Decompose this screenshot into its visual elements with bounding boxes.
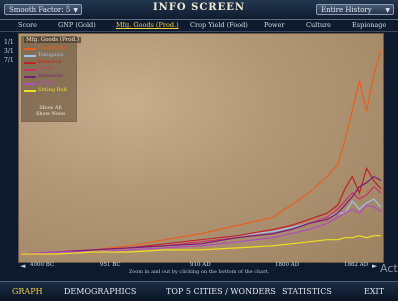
exit-button[interactable]: EXIT [364, 287, 384, 296]
history-range-value: Entire History [321, 6, 372, 14]
x-tick-label: 1800 AD [275, 262, 300, 268]
legend-swatch [24, 62, 36, 64]
tab-power[interactable]: Power [264, 21, 285, 29]
side-number: 3/1 [4, 48, 14, 55]
top-bar: Smooth Factor: 5 ▼ INFO SCREEN Entire Hi… [0, 0, 398, 20]
side-numbers: 1/1 3/1 7/1 [4, 38, 14, 65]
legend-toggle: Show All Show None [36, 105, 65, 117]
watermark: Act [380, 262, 398, 275]
category-tabs: Score GNP (Gold) Mfg. Goods (Prod.) Crop… [0, 20, 398, 32]
series-line [20, 204, 382, 255]
x-tick-label: 4000 BC [30, 262, 55, 268]
tab-top5-cities-wonders[interactable]: TOP 5 CITIES / WONDERS [166, 287, 276, 296]
tab-gnp[interactable]: GNP (Gold) [58, 21, 96, 29]
tab-score[interactable]: Score [18, 21, 37, 29]
history-range-dropdown[interactable]: Entire History ▼ [316, 4, 394, 15]
legend-swatch [24, 55, 36, 57]
show-none-button[interactable]: Show None [36, 111, 65, 117]
legend-item[interactable]: Cyrus [38, 66, 53, 72]
legend-swatch [24, 83, 36, 85]
tab-mfg-goods[interactable]: Mfg. Goods (Prod.) [116, 21, 179, 29]
zoom-hint: Zoom in and out by clicking on the botto… [128, 269, 270, 275]
legend-item[interactable]: Tokugawa [38, 52, 64, 58]
legend-title: Mfg. Goods (Prod.) [24, 37, 81, 43]
series-line [20, 166, 382, 255]
side-number: 1/1 [4, 39, 14, 46]
tab-espionage[interactable]: Espionage [352, 21, 386, 29]
legend-swatch [24, 69, 36, 71]
legend-swatch [24, 90, 36, 92]
legend-item[interactable]: Bismarck [38, 59, 62, 65]
legend-swatch [24, 76, 36, 78]
bottom-tabs: GRAPH DEMOGRAPHICS TOP 5 CITIES / WONDER… [0, 281, 398, 301]
x-tick-label: 910 AD [190, 262, 211, 268]
x-tick-label: 1862 AD [344, 262, 369, 268]
legend-item[interactable]: Hatshepsut [38, 45, 67, 51]
tab-graph[interactable]: GRAPH [12, 287, 43, 296]
side-number: 7/1 [4, 57, 14, 64]
legend-item[interactable]: Sitting Bull [38, 87, 67, 93]
tab-statistics[interactable]: STATISTICS [282, 287, 332, 296]
legend-item[interactable]: Mansa [38, 80, 55, 86]
chevron-down-icon: ▼ [385, 7, 390, 14]
legend-swatch [24, 48, 36, 50]
tab-demographics[interactable]: DEMOGRAPHICS [64, 287, 136, 296]
x-tick-label: 951 BC [100, 262, 121, 268]
legend-item[interactable]: Ramesses [38, 73, 63, 79]
tab-culture[interactable]: Culture [306, 21, 331, 29]
tab-crop-yield[interactable]: Crop Yield (Food) [190, 21, 248, 29]
